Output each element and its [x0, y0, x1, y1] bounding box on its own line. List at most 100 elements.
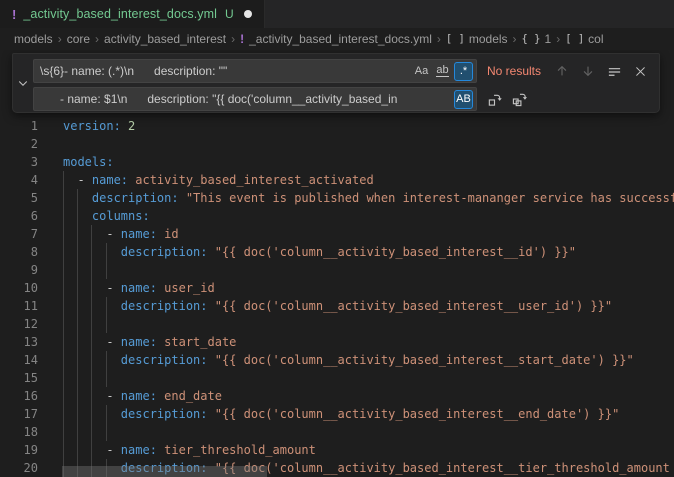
breadcrumb-separator: ›: [226, 32, 240, 46]
line-number: 1: [0, 117, 38, 135]
match-case-button[interactable]: Aa: [412, 62, 431, 81]
breadcrumb-label: core: [67, 32, 90, 46]
next-match-button[interactable]: [578, 60, 598, 82]
close-find-button[interactable]: [630, 60, 650, 82]
line-number: 19: [0, 441, 38, 459]
code-text: - name: user_id: [63, 279, 215, 297]
breadcrumb-item-col[interactable]: [ ]col: [565, 32, 603, 46]
horizontal-scrollbar[interactable]: [62, 466, 267, 477]
breadcrumb-label: activity_based_interest: [104, 32, 226, 46]
code-line-12[interactable]: 12: [0, 315, 674, 333]
code-line-10[interactable]: 10 - name: user_id: [0, 279, 674, 297]
indent-guide: [91, 423, 92, 441]
array-symbol-icon: [ ]: [446, 33, 465, 45]
line-number: 8: [0, 243, 38, 261]
breadcrumb-item-_activity_based_interest_docs.yml[interactable]: !_activity_based_interest_docs.yml: [240, 32, 432, 46]
code-line-14[interactable]: 14 description: "{{ doc('column__activit…: [0, 351, 674, 369]
tab-activity-based-interest-docs-yml[interactable]: ! _activity_based_interest_docs.yml U: [0, 0, 265, 28]
indent-guide: [77, 315, 78, 333]
breadcrumb-separator: ›: [53, 32, 67, 46]
code-lines: 1 version: 2 23 models:4 - name: activity_b…: [0, 117, 674, 477]
line-number: 5: [0, 189, 38, 207]
indent-guide: [106, 423, 107, 441]
breadcrumb-separator: ›: [432, 32, 446, 46]
code-line-17[interactable]: 17 description: "{{ doc('column__activit…: [0, 405, 674, 423]
code-line-13[interactable]: 13 - name: start_date: [0, 333, 674, 351]
indent-guide: [63, 369, 64, 387]
regex-button[interactable]: .*: [454, 62, 473, 81]
find-in-selection-button[interactable]: [604, 60, 624, 82]
code-line-9[interactable]: 9: [0, 261, 674, 279]
line-number: 3: [0, 153, 38, 171]
replace-button[interactable]: [484, 88, 504, 110]
close-icon: [634, 65, 647, 78]
code-line-6[interactable]: 6 columns:: [0, 207, 674, 225]
breadcrumb-separator: ›: [508, 32, 522, 46]
toggle-replace-button[interactable]: [13, 54, 33, 112]
breadcrumb-item-activity_based_interest[interactable]: activity_based_interest: [104, 32, 226, 46]
code-line-18[interactable]: 18: [0, 423, 674, 441]
line-number: 4: [0, 171, 38, 189]
line-number: 7: [0, 225, 38, 243]
code-text: version: 2: [63, 117, 135, 135]
code-text: - name: start_date: [63, 333, 236, 351]
array-symbol-icon: [ ]: [565, 33, 584, 45]
breadcrumb-item-models[interactable]: [ ]models: [446, 32, 508, 46]
line-number: 16: [0, 387, 38, 405]
code-line-5[interactable]: 5 description: "This event is published …: [0, 189, 674, 207]
replace-input[interactable]: - name: $1\n description: "{{ doc('colum…: [33, 87, 477, 111]
code-line-3[interactable]: 3 models:: [0, 153, 674, 171]
tab-bar: ! _activity_based_interest_docs.yml U: [0, 0, 674, 28]
breadcrumb-item-core[interactable]: core: [67, 32, 90, 46]
indent-guide: [77, 261, 78, 279]
line-number: 2: [0, 135, 38, 153]
line-number: 9: [0, 261, 38, 279]
vscode-window: ! _activity_based_interest_docs.yml U mo…: [0, 0, 674, 477]
code-text: columns:: [63, 207, 150, 225]
code-text: - name: end_date: [63, 387, 222, 405]
code-line-15[interactable]: 15: [0, 369, 674, 387]
indent-guide: [77, 369, 78, 387]
tab-filename: _activity_based_interest_docs.yml: [23, 7, 217, 21]
previous-match-button[interactable]: [552, 60, 572, 82]
indent-guide: [106, 315, 107, 333]
yaml-file-icon: !: [240, 32, 244, 46]
breadcrumb-item-1[interactable]: { }1: [522, 32, 552, 46]
code-text: description: "{{ doc('column__activity_b…: [63, 351, 634, 369]
replace-icon: [487, 92, 502, 107]
editor-pane[interactable]: 1 version: 2 23 models:4 - name: activity_b…: [0, 50, 674, 477]
breadcrumb-item-models[interactable]: models: [14, 32, 53, 46]
breadcrumb-label: 1: [545, 32, 552, 46]
code-line-7[interactable]: 7 - name: id: [0, 225, 674, 243]
code-line-4[interactable]: 4 - name: activity_based_interest_activa…: [0, 171, 674, 189]
find-input[interactable]: \s{6}- name: (.*)\n description: "" Aa a…: [33, 59, 477, 83]
modified-indicator-dot[interactable]: [244, 10, 252, 18]
replace-all-icon: [512, 92, 527, 107]
code-line-2[interactable]: 2: [0, 135, 674, 153]
whole-word-button[interactable]: ab: [433, 62, 452, 81]
line-number: 18: [0, 423, 38, 441]
chevron-down-icon: [17, 77, 29, 89]
indent-guide: [91, 369, 92, 387]
preserve-case-button[interactable]: AB: [454, 90, 473, 109]
code-text: - name: id: [63, 225, 179, 243]
code-line-11[interactable]: 11 description: "{{ doc('column__activit…: [0, 297, 674, 315]
code-line-16[interactable]: 16 - name: end_date: [0, 387, 674, 405]
code-line-1[interactable]: 1 version: 2: [0, 117, 674, 135]
code-text: description: "{{ doc('column__activity_b…: [63, 405, 619, 423]
indent-guide: [63, 315, 64, 333]
replace-all-button[interactable]: [509, 88, 529, 110]
indent-guide: [106, 369, 107, 387]
indent-guide: [63, 423, 64, 441]
breadcrumb: models›core›activity_based_interest›!_ac…: [0, 28, 674, 50]
code-line-19[interactable]: 19 - name: tier_threshold_amount: [0, 441, 674, 459]
line-number: 20: [0, 459, 38, 477]
replace-input-value: - name: $1\n description: "{{ doc('colum…: [34, 92, 454, 106]
line-number: 11: [0, 297, 38, 315]
indent-guide: [77, 423, 78, 441]
code-text: models:: [63, 153, 114, 171]
line-number: 15: [0, 369, 38, 387]
code-line-8[interactable]: 8 description: "{{ doc('column__activity…: [0, 243, 674, 261]
indent-guide: [106, 261, 107, 279]
arrow-down-icon: [581, 64, 595, 78]
